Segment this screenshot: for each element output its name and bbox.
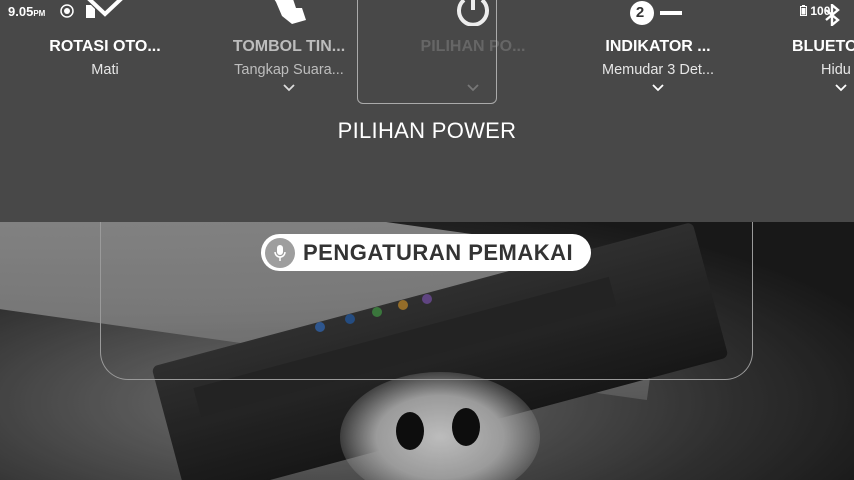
- tile-title: BLUETO: [792, 38, 854, 55]
- tile-subtitle: Hidu: [821, 62, 851, 78]
- voice-input-label: PENGATURAN PEMAKAI: [303, 239, 574, 265]
- voice-input-button[interactable]: PENGATURAN PEMAKAI: [261, 234, 591, 271]
- tile-indicator[interactable]: 2 INDIKATOR ... Memudar 3 Det...: [568, 0, 748, 106]
- chevron-down-icon: [568, 84, 748, 92]
- indicator-badge: 2: [635, 4, 645, 21]
- tile-shortcut-button[interactable]: TOMBOL TIN... Tangkap Suara...: [199, 0, 379, 106]
- tile-bluetooth[interactable]: BLUETO Hidu: [792, 0, 854, 106]
- tile-subtitle: Mati: [91, 62, 119, 78]
- indicator-icon: [568, 0, 748, 26]
- accessibility-settings-panel: 9.05PM 100 ROTASI OTO... Mati TOMBOL TIN…: [0, 0, 854, 222]
- bluetooth-icon: [822, 0, 854, 26]
- tile-title: INDIKATOR ...: [605, 38, 711, 55]
- tile-title: ROTASI OTO...: [49, 38, 161, 55]
- tile-subtitle: Tangkap Suara...: [234, 62, 344, 78]
- screen-rotate-icon: [15, 0, 195, 26]
- microphone-icon: [265, 237, 295, 268]
- chevron-down-icon: [792, 84, 854, 92]
- tile-subtitle: Memudar 3 Det...: [601, 62, 714, 78]
- section-title: PILIHAN POWER: [337, 118, 517, 143]
- tile-auto-rotate[interactable]: ROTASI OTO... Mati: [15, 0, 195, 106]
- tile-title: TOMBOL TIN...: [232, 38, 346, 55]
- chevron-down-icon: [199, 84, 379, 92]
- focus-highlight: [357, 0, 497, 104]
- touch-gesture-icon: [199, 0, 379, 26]
